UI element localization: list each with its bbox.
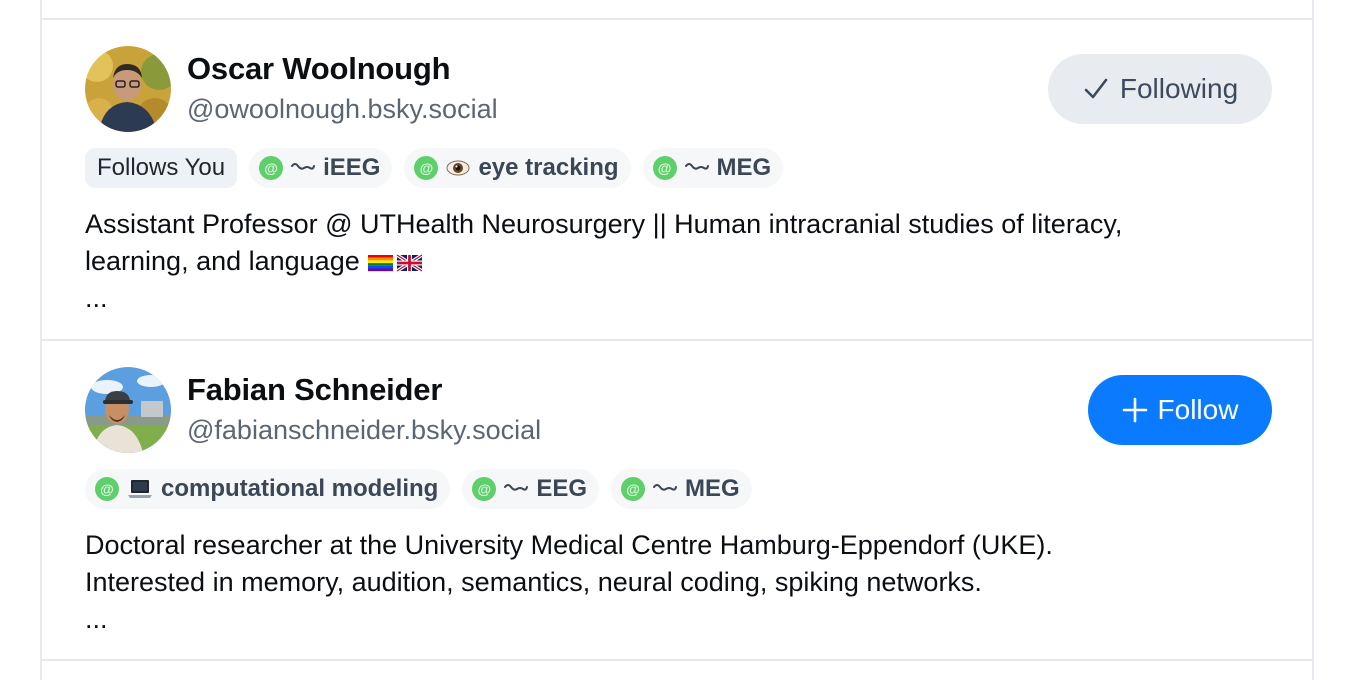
- laptop-icon: [127, 478, 153, 500]
- handle[interactable]: @owoolnough.bsky.social: [187, 94, 498, 125]
- bio-ellipsis: ...: [85, 604, 108, 634]
- label-pill[interactable]: @ EEG: [462, 469, 600, 509]
- label-pill[interactable]: @ MEG: [611, 469, 752, 509]
- check-icon: [1082, 75, 1110, 103]
- divider: [42, 659, 1312, 661]
- label-pill[interactable]: @ iEEG: [249, 148, 393, 188]
- label-marker-icon: @: [652, 156, 677, 180]
- label-text: iEEG: [323, 154, 381, 181]
- eye-icon: [446, 158, 470, 178]
- handle[interactable]: @fabianschneider.bsky.social: [187, 415, 541, 446]
- label-text: MEG: [716, 154, 772, 181]
- follow-button-label: Follow: [1157, 394, 1239, 425]
- account-card[interactable]: Oscar Woolnough @owoolnough.bsky.social …: [42, 20, 1312, 340]
- avatar[interactable]: [85, 46, 171, 132]
- label-pill[interactable]: @ computational modeling: [85, 469, 451, 509]
- wave-icon: [653, 482, 678, 496]
- wave-icon: [504, 482, 529, 496]
- label-text: MEG: [685, 475, 740, 502]
- following-button[interactable]: Following: [1048, 54, 1272, 124]
- follows-you-badge: Follows You: [85, 148, 238, 188]
- label-pill[interactable]: @ eye tracking: [404, 148, 631, 188]
- follow-button[interactable]: Follow: [1088, 375, 1272, 445]
- label-marker-icon: @: [621, 477, 646, 501]
- plus-icon: [1122, 397, 1148, 423]
- following-button-label: Following: [1119, 73, 1239, 104]
- account-card[interactable]: Fabian Schneider @fabianschneider.bsky.s…: [42, 341, 1312, 661]
- follow-list: Oscar Woolnough @owoolnough.bsky.social …: [40, 0, 1314, 680]
- label-marker-icon: @: [259, 156, 284, 180]
- label-row: Follows You @ iEEG @ eye tracking @ MEG: [85, 148, 784, 188]
- label-text: EEG: [536, 475, 588, 502]
- label-pill[interactable]: @ MEG: [642, 148, 784, 188]
- bio-text: Assistant Professor @ UTHealth Neurosurg…: [85, 209, 1123, 276]
- display-name[interactable]: Oscar Woolnough: [187, 51, 451, 87]
- label-text: computational modeling: [161, 475, 439, 502]
- bio-ellipsis: ...: [85, 283, 108, 313]
- label-marker-icon: @: [414, 156, 439, 180]
- bio: Doctoral researcher at the University Me…: [85, 527, 1265, 638]
- rainbow-flag-icon: [367, 254, 393, 272]
- label-marker-icon: @: [472, 477, 497, 501]
- bio: Assistant Professor @ UTHealth Neurosurg…: [85, 206, 1265, 317]
- uk-flag-icon: [395, 253, 423, 273]
- label-marker-icon: @: [95, 477, 119, 501]
- bio-text: Doctoral researcher at the University Me…: [85, 530, 1053, 597]
- avatar[interactable]: [85, 367, 171, 453]
- label-row: @ computational modeling @ EEG @ MEG: [85, 469, 752, 509]
- display-name[interactable]: Fabian Schneider: [187, 372, 442, 408]
- wave-icon: [684, 161, 709, 175]
- bio-emoji: [367, 253, 423, 273]
- label-text: eye tracking: [478, 154, 619, 181]
- wave-icon: [291, 161, 316, 175]
